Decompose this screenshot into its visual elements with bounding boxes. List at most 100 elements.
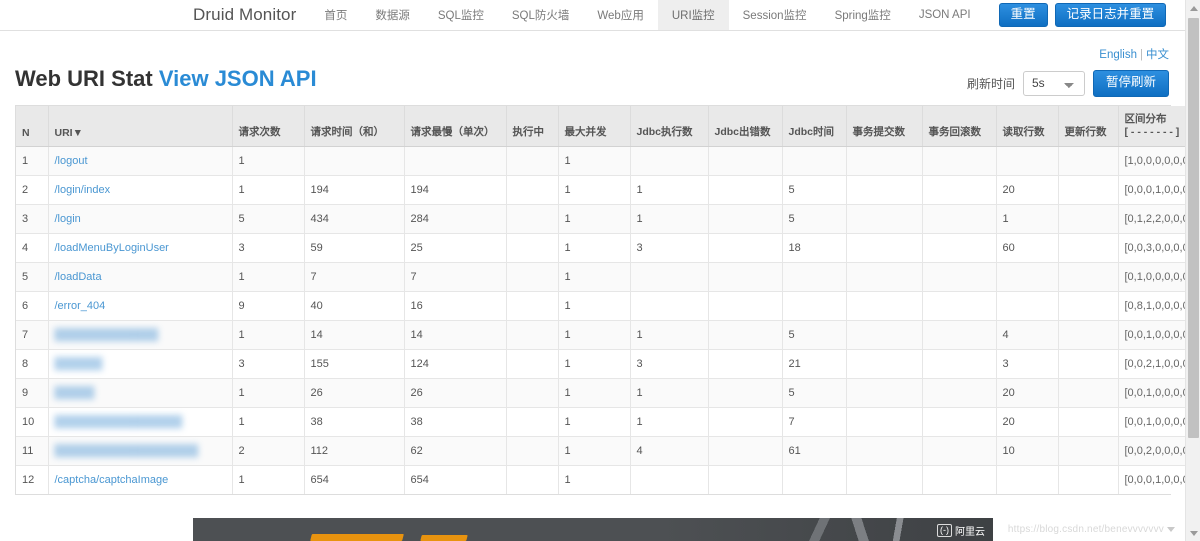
uri-link[interactable]: /login <box>55 213 81 225</box>
log-and-reset-button[interactable]: 记录日志并重置 <box>1054 2 1167 28</box>
nav-item-uri-monitor[interactable]: URI监控 <box>657 0 729 30</box>
reset-button[interactable]: 重置 <box>998 2 1048 28</box>
cell-histogram: [0,0,1,0,0,0,0,0] <box>1118 378 1185 408</box>
col-header-uri[interactable]: URI▼ <box>48 106 233 147</box>
cell-request-time-sum: 112 <box>304 436 405 466</box>
scroll-up-arrow-icon[interactable] <box>1186 0 1200 16</box>
col-header-tx-rollback-count[interactable]: 事务回滚数 <box>922 106 997 147</box>
col-header-n[interactable]: N <box>16 106 49 147</box>
cell-n: 8 <box>16 349 49 379</box>
cell-request-slowest: 284 <box>404 204 507 234</box>
cell-tx-commit-count <box>846 204 923 234</box>
cell-jdbc-time <box>782 262 847 292</box>
table-row: 12/captcha/captchaImage 1 654 654 1 [0,0,0,1,… <box>16 465 1185 494</box>
cell-tx-rollback-count <box>922 378 997 408</box>
cell-request-time-sum: 14 <box>304 320 405 350</box>
col-header-request-time-sum[interactable]: 请求时间（和） <box>304 106 405 147</box>
cell-tx-commit-count <box>846 465 923 494</box>
view-json-api-link[interactable]: View JSON API <box>159 66 317 91</box>
cell-max-concurrent: 1 <box>558 233 631 263</box>
cell-request-slowest: 62 <box>404 436 507 466</box>
nav-item-sql-firewall[interactable]: SQL防火墙 <box>498 0 584 30</box>
cell-jdbc-error-count <box>708 146 783 176</box>
nav-item-json-api[interactable]: JSON API <box>905 0 985 30</box>
uri-stat-table-container: N URI▼ 请求次数 请求时间（和） 请求最慢（单次） 执行中 最大并发 Jd… <box>15 105 1185 495</box>
uri-link-redacted: █████████████ <box>54 328 159 341</box>
cell-tx-commit-count <box>846 175 923 205</box>
col-header-jdbc-exec-count[interactable]: Jdbc执行数 <box>630 106 709 147</box>
vertical-scrollbar[interactable] <box>1185 0 1200 541</box>
col-header-request-count[interactable]: 请求次数 <box>232 106 305 147</box>
cell-tx-rollback-count <box>922 349 997 379</box>
cell-histogram: [0,0,0,1,0,0,0,0] <box>1118 175 1185 205</box>
navbar-button-group: 重置 记录日志并重置 <box>998 0 1167 30</box>
advertisement-banner[interactable]: (-) 阿里云 <box>193 518 993 541</box>
table-row: 2/login/index119419411520[0,0,0,1,0,0,0,… <box>16 175 1185 205</box>
cell-read-rows: 3 <box>996 349 1059 379</box>
refresh-interval-select[interactable]: 5s10s20s30s60s <box>1022 70 1085 96</box>
uri-link[interactable]: /login/index <box>55 184 111 196</box>
cell-tx-rollback-count <box>922 262 997 292</box>
uri-link[interactable]: /logout <box>55 155 88 167</box>
nav-item-spring-monitor[interactable]: Spring监控 <box>821 0 905 30</box>
uri-link-redacted: ██████████████████ <box>54 444 199 457</box>
lang-english-link[interactable]: English <box>1099 49 1137 61</box>
cell-request-slowest: 38 <box>404 407 507 437</box>
cell-jdbc-error-count <box>708 175 783 205</box>
cell-n: 1 <box>16 146 49 176</box>
cell-update-rows <box>1058 320 1119 350</box>
col-header-read-rows[interactable]: 读取行数 <box>996 106 1059 147</box>
cell-request-slowest: 14 <box>404 320 507 350</box>
cell-histogram: [0,0,3,0,0,0,0,0] <box>1118 233 1185 263</box>
cell-histogram: [0,8,1,0,0,0,0,0] <box>1118 291 1185 321</box>
lang-chinese-link[interactable]: 中文 <box>1146 49 1169 61</box>
cell-tx-rollback-count <box>922 407 997 437</box>
uri-link[interactable]: /captcha/captchaImage <box>55 474 169 486</box>
cell-max-concurrent: 1 <box>558 262 631 292</box>
cell-tx-commit-count <box>846 233 923 263</box>
nav-item-datasource[interactable]: 数据源 <box>361 0 424 30</box>
cell-update-rows <box>1058 378 1119 408</box>
scroll-down-arrow-icon[interactable] <box>1186 525 1200 541</box>
uri-link[interactable]: /loadData <box>55 271 102 283</box>
nav-item-web-app[interactable]: Web应用 <box>583 0 657 30</box>
table-row: 1/logout 1 1 [1,0,0,0,0,0,0,0] <box>16 146 1185 176</box>
col-header-max-concurrent[interactable]: 最大并发 <box>558 106 631 147</box>
uri-link[interactable]: /error_404 <box>55 300 106 312</box>
nav-item-session-monitor[interactable]: Session监控 <box>729 0 821 30</box>
cell-update-rows <box>1058 291 1119 321</box>
cell-request-time-sum: 38 <box>304 407 405 437</box>
nav-item-home[interactable]: 首页 <box>310 0 361 30</box>
cell-request-count: 3 <box>232 233 305 263</box>
col-header-running[interactable]: 执行中 <box>506 106 559 147</box>
uri-link-redacted: ████████████████ <box>54 415 183 428</box>
cell-read-rows: 60 <box>996 233 1059 263</box>
scrollbar-thumb[interactable] <box>1188 18 1199 438</box>
cell-request-count: 1 <box>232 378 305 408</box>
cell-tx-rollback-count <box>922 320 997 350</box>
col-header-histogram-title: 区间分布 <box>1124 112 1167 125</box>
table-row: 5/loadData1771[0,1,0,0,0,0,0,0] <box>16 262 1185 292</box>
col-header-update-rows[interactable]: 更新行数 <box>1058 106 1119 147</box>
col-header-jdbc-error-count[interactable]: Jdbc出错数 <box>708 106 783 147</box>
cell-jdbc-time: 18 <box>782 233 847 263</box>
cell-request-count: 1 <box>232 175 305 205</box>
watermark-text: https://blog.csdn.net/benevvvvvvv <box>1007 524 1164 535</box>
cell-update-rows <box>1058 262 1119 292</box>
col-header-histogram[interactable]: 区间分布 [ - - - - - - - ] <box>1118 106 1185 147</box>
uri-link[interactable]: /loadMenuByLoginUser <box>55 242 169 254</box>
col-header-jdbc-time[interactable]: Jdbc时间 <box>782 106 847 147</box>
cell-tx-commit-count <box>846 407 923 437</box>
cell-tx-commit-count <box>846 262 923 292</box>
page-watermark: https://blog.csdn.net/benevvvvvvv <box>1008 524 1175 535</box>
pause-refresh-button[interactable]: 暂停刷新 <box>1092 70 1169 97</box>
table-row: 8██████315512413213[0,0,2,1,0,0,0,0] <box>16 349 1185 379</box>
page-title: Web URI Stat View JSON API <box>15 66 317 92</box>
cell-request-count: 1 <box>232 320 305 350</box>
cell-request-count: 1 <box>232 465 305 494</box>
col-header-tx-commit-count[interactable]: 事务提交数 <box>846 106 923 147</box>
col-header-request-slowest[interactable]: 请求最慢（单次） <box>404 106 507 147</box>
nav-item-sql-monitor[interactable]: SQL监控 <box>424 0 498 30</box>
cell-request-time-sum: 7 <box>304 262 405 292</box>
cell-n: 5 <box>16 262 49 292</box>
